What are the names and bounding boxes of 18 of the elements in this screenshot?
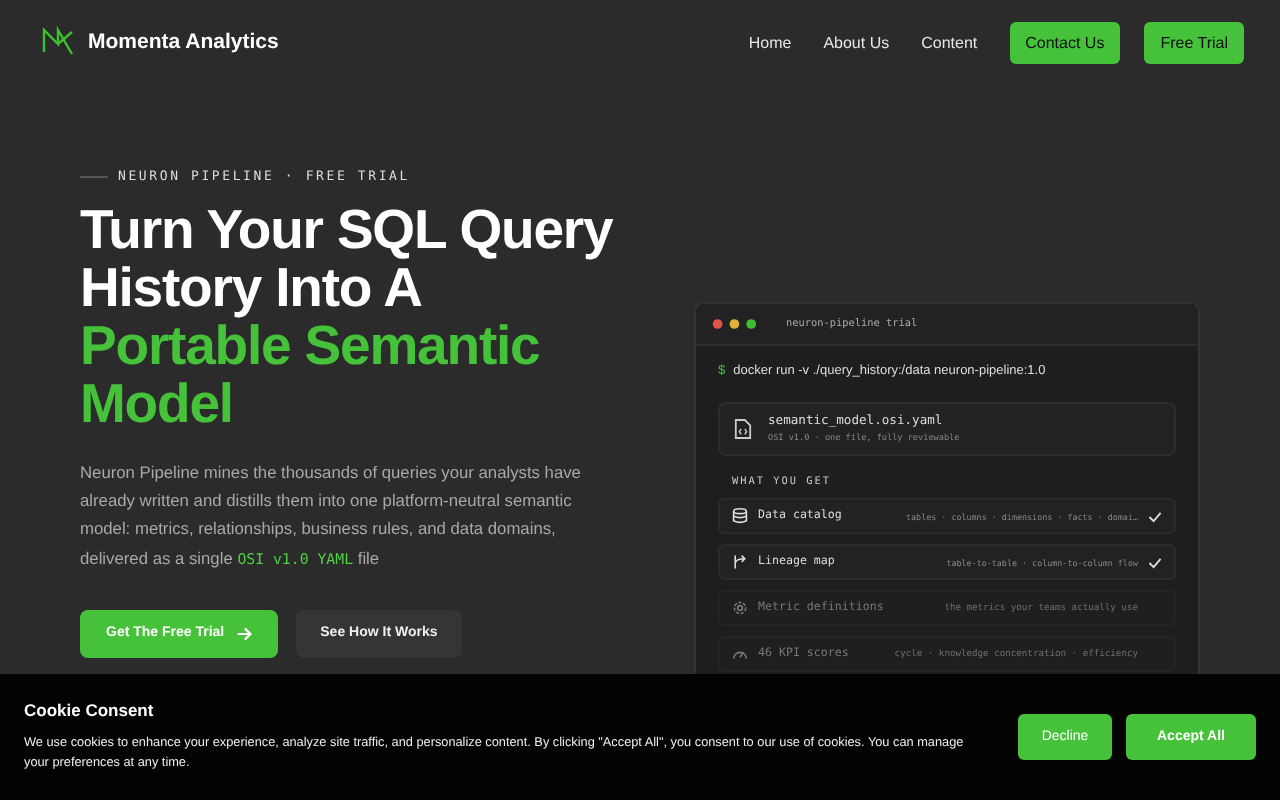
headline-line: Turn Your SQL Query (80, 200, 615, 258)
database-icon (732, 508, 748, 524)
arrow-icon (236, 625, 253, 642)
gear-icon (732, 600, 748, 616)
nav-link[interactable]: Content (921, 33, 978, 51)
nav-link[interactable]: Home (748, 33, 792, 51)
cookie-title: Cookie Consent (24, 699, 156, 719)
headline-line: Portable Semantic (80, 316, 542, 374)
headline-line: Model (80, 374, 235, 432)
file-code-icon (734, 418, 752, 440)
gauge-icon (732, 646, 748, 662)
nav-button[interactable]: Contact Us (1009, 21, 1121, 63)
branch-icon (732, 554, 748, 570)
logo-icon (42, 26, 74, 58)
headline-line: History Into A (80, 258, 422, 316)
nav-link[interactable]: About Us (823, 33, 890, 51)
brand-name: Momenta Analytics (88, 30, 279, 54)
nav-button[interactable]: Free Trial (1144, 21, 1244, 63)
